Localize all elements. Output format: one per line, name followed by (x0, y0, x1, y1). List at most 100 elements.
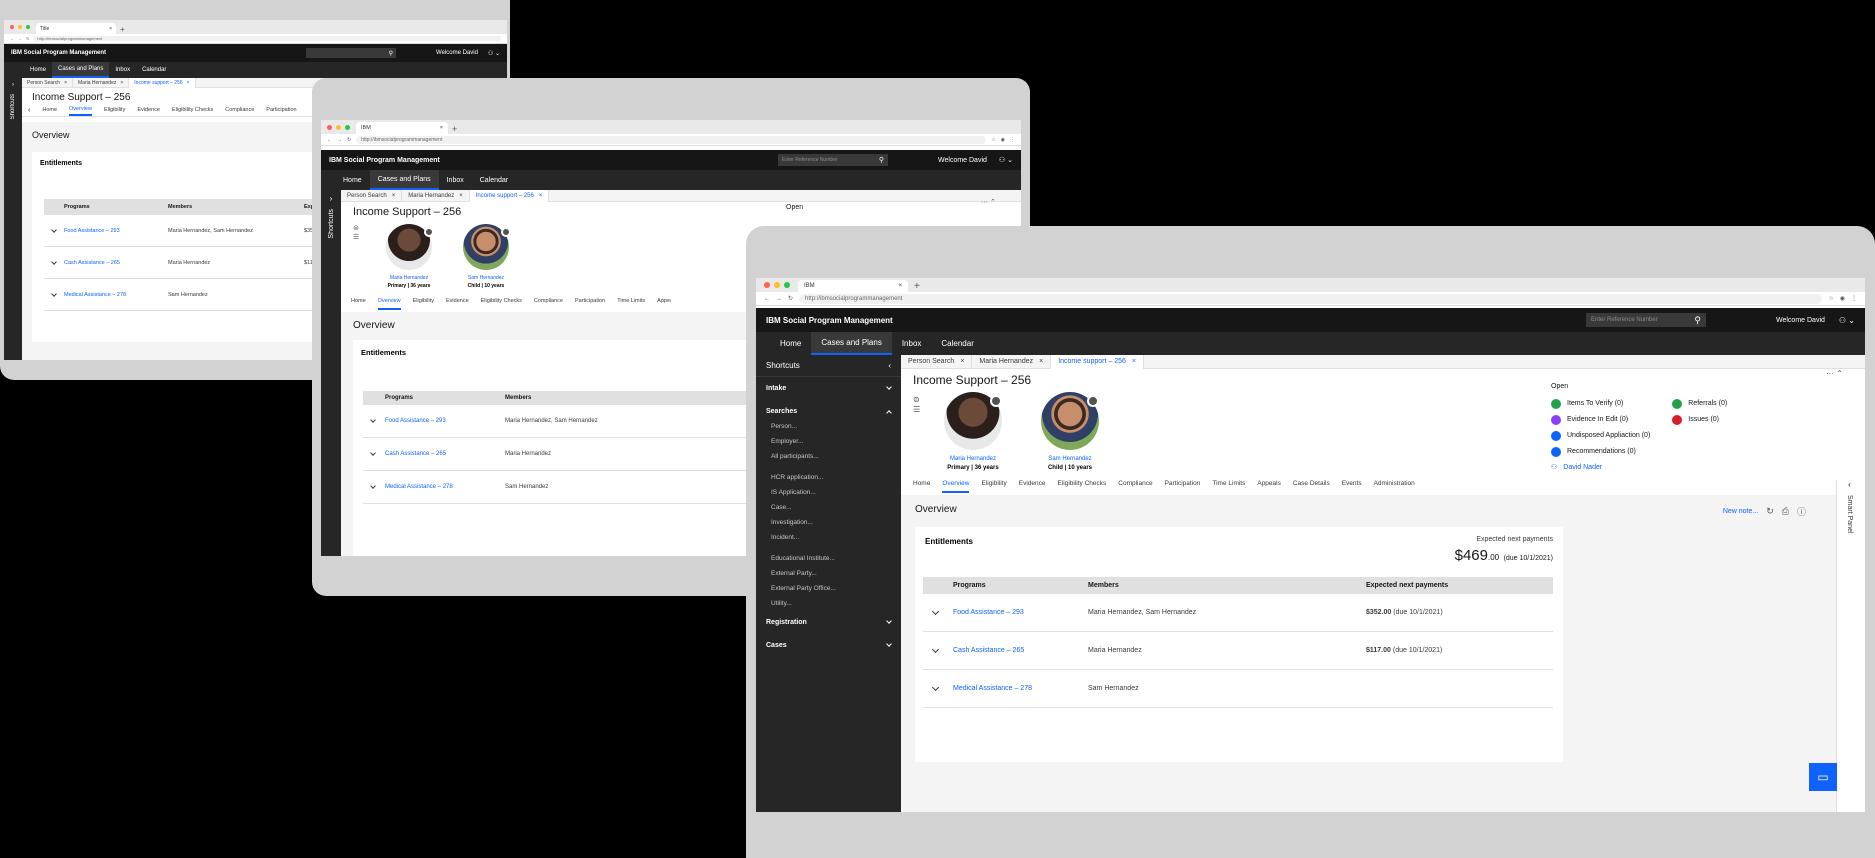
program-link[interactable]: Medical Assistance – 278 (953, 685, 1088, 692)
subtab-home[interactable]: Home (351, 298, 366, 310)
nav-cases-and-plans[interactable]: Cases and Plans (811, 332, 892, 355)
new-tab-icon[interactable]: + (452, 124, 457, 134)
subtab-eligibility-checks[interactable]: Eligibility Checks (481, 298, 522, 310)
sidebar-link[interactable]: External Party... (771, 566, 901, 581)
chevron-down-icon[interactable] (370, 450, 376, 456)
chevron-left-icon[interactable]: ‹ (28, 107, 30, 114)
nav-inbox[interactable]: Inbox (109, 62, 136, 78)
nav-inbox[interactable]: Inbox (892, 332, 932, 355)
sidebar-link[interactable]: HCR application... (771, 470, 901, 485)
subtab-overview[interactable]: Overview (69, 106, 92, 116)
window-controls[interactable] (756, 278, 798, 292)
reload-icon[interactable]: ↻ (788, 295, 793, 302)
sidebar-link[interactable]: Utility... (771, 596, 901, 611)
nav-home[interactable]: Home (24, 62, 52, 78)
program-link[interactable]: Medical Assistance – 278 (64, 292, 168, 298)
user-icon[interactable]: ⚇ ⌄ (488, 50, 500, 57)
browser-tab[interactable]: Title × (36, 23, 116, 34)
menu-icon[interactable]: ⋮ (1010, 137, 1015, 143)
sidebar-link[interactable]: Investigation... (771, 515, 901, 530)
chevron-left-icon[interactable]: ‹ (888, 361, 891, 370)
sidebar-section-cases[interactable]: Cases (756, 634, 901, 657)
chevron-down-icon[interactable] (370, 417, 376, 423)
chevron-right-icon[interactable]: › (4, 82, 22, 88)
nav-calendar[interactable]: Calendar (136, 62, 172, 78)
subtab-time-limits[interactable]: Time Limits (1212, 480, 1245, 493)
new-tab-icon[interactable]: + (120, 25, 125, 34)
person-name-link[interactable]: Maria Hernandez (371, 274, 447, 282)
subtab-compliance[interactable]: Compliance (225, 107, 254, 115)
subtab-appeals[interactable]: Appeals (657, 298, 671, 310)
address-bar[interactable]: http://ibmsocialprogrammanagement (799, 293, 1823, 304)
forward-icon[interactable]: → (18, 36, 22, 41)
close-icon[interactable]: × (392, 193, 396, 199)
sidebar-link[interactable]: Employer... (771, 434, 901, 449)
edit-badge-icon[interactable] (501, 227, 511, 237)
undisposed-application[interactable]: Undisposed Appliaction (0) (1551, 428, 1650, 444)
subtab-eligibility[interactable]: Eligibility (981, 480, 1006, 493)
close-icon[interactable]: × (440, 125, 443, 131)
reference-search[interactable]: Enter Reference Number ⚲ (778, 154, 889, 166)
search-icon[interactable]: ⚲ (389, 50, 393, 57)
close-icon[interactable]: × (898, 283, 902, 289)
table-row[interactable]: Cash Assistance – 265 Maria Hernandez $1… (923, 632, 1553, 670)
chat-button[interactable]: ▭ (1809, 763, 1837, 791)
shortcuts-rail[interactable]: › Shortcuts (321, 190, 341, 556)
address-bar[interactable]: http://ibmsocialprogrammanagement (356, 135, 987, 144)
referrals[interactable]: Referrals (0) (1672, 396, 1727, 412)
app-brand[interactable]: IBM Social Program Management (766, 316, 893, 325)
program-link[interactable]: Cash Assistance – 265 (64, 260, 168, 266)
forward-icon[interactable]: → (776, 296, 782, 302)
recommendations[interactable]: Recommendations (0) (1551, 444, 1650, 460)
evidence-in-edit[interactable]: Evidence In Edit (0) (1551, 412, 1650, 428)
chevron-down-icon[interactable] (370, 483, 376, 489)
chevron-down-icon[interactable] (886, 641, 892, 647)
program-link[interactable]: Food Assistance – 293 (64, 228, 168, 234)
subtab-overview[interactable]: Overview (377, 298, 401, 310)
chevron-up-icon[interactable] (886, 410, 892, 416)
subtab-participation[interactable]: Participation (1165, 480, 1201, 493)
chevron-left-icon[interactable]: ‹ (1837, 480, 1862, 489)
program-link[interactable]: Medical Assistance – 278 (385, 484, 505, 490)
sidebar-section-intake[interactable]: Intake (756, 377, 901, 400)
subtab-participation[interactable]: Participation (575, 298, 605, 310)
chevron-down-icon[interactable] (51, 290, 57, 297)
back-icon[interactable]: ← (327, 137, 332, 143)
subtab-overview[interactable]: Overview (942, 480, 970, 493)
case-tab-maria[interactable]: Maria Hernandez × (402, 189, 470, 202)
back-icon[interactable]: ← (10, 36, 14, 41)
subtab-home[interactable]: Home (42, 107, 57, 115)
sidebar-link[interactable]: Case... (771, 500, 901, 515)
profile-icon[interactable]: ◉ (1001, 137, 1005, 143)
case-owner-link[interactable]: ⚇ David Nader (1551, 460, 1650, 476)
subtab-eligibility-checks[interactable]: Eligibility Checks (172, 107, 213, 115)
chevron-down-icon[interactable] (51, 258, 57, 265)
subtab-compliance[interactable]: Compliance (1118, 480, 1152, 493)
star-icon[interactable]: ☆ (1828, 295, 1833, 302)
chevron-down-icon[interactable] (886, 618, 892, 624)
case-tab-income-support[interactable]: Income support – 256 × (129, 77, 196, 88)
subtab-home[interactable]: Home (913, 480, 930, 493)
nav-home[interactable]: Home (770, 332, 811, 355)
case-tab-person-search[interactable]: Person Search × (341, 189, 403, 202)
back-icon[interactable]: ← (764, 296, 770, 302)
reference-search[interactable]: Enter Reference Number ⚲ (1586, 313, 1706, 327)
close-icon[interactable]: × (187, 80, 190, 86)
chevron-down-icon[interactable] (931, 645, 940, 654)
sidebar-link[interactable]: Educational Institute... (771, 551, 901, 566)
close-icon[interactable]: × (960, 358, 964, 365)
refresh-icon[interactable]: ↻ (1766, 506, 1774, 517)
reload-icon[interactable]: ↻ (26, 36, 29, 41)
chevron-down-icon[interactable] (886, 384, 892, 390)
chevron-down-icon[interactable] (931, 607, 940, 616)
shortcuts-header[interactable]: Shortcuts ‹ (756, 355, 901, 377)
person-name-link[interactable]: Sam Hernandez (1025, 455, 1115, 464)
subtab-participation[interactable]: Participation (266, 107, 296, 115)
program-link[interactable]: Food Assistance – 293 (385, 418, 505, 424)
items-to-verify[interactable]: Items To Verify (0) (1551, 396, 1650, 412)
overflow-menu-icon[interactable]: ··· ⌃ (981, 198, 996, 206)
sidebar-section-registration[interactable]: Registration (756, 611, 901, 634)
close-icon[interactable]: × (64, 80, 67, 86)
close-icon[interactable]: × (459, 193, 463, 199)
subtab-time-limits[interactable]: Time Limits (617, 298, 645, 310)
